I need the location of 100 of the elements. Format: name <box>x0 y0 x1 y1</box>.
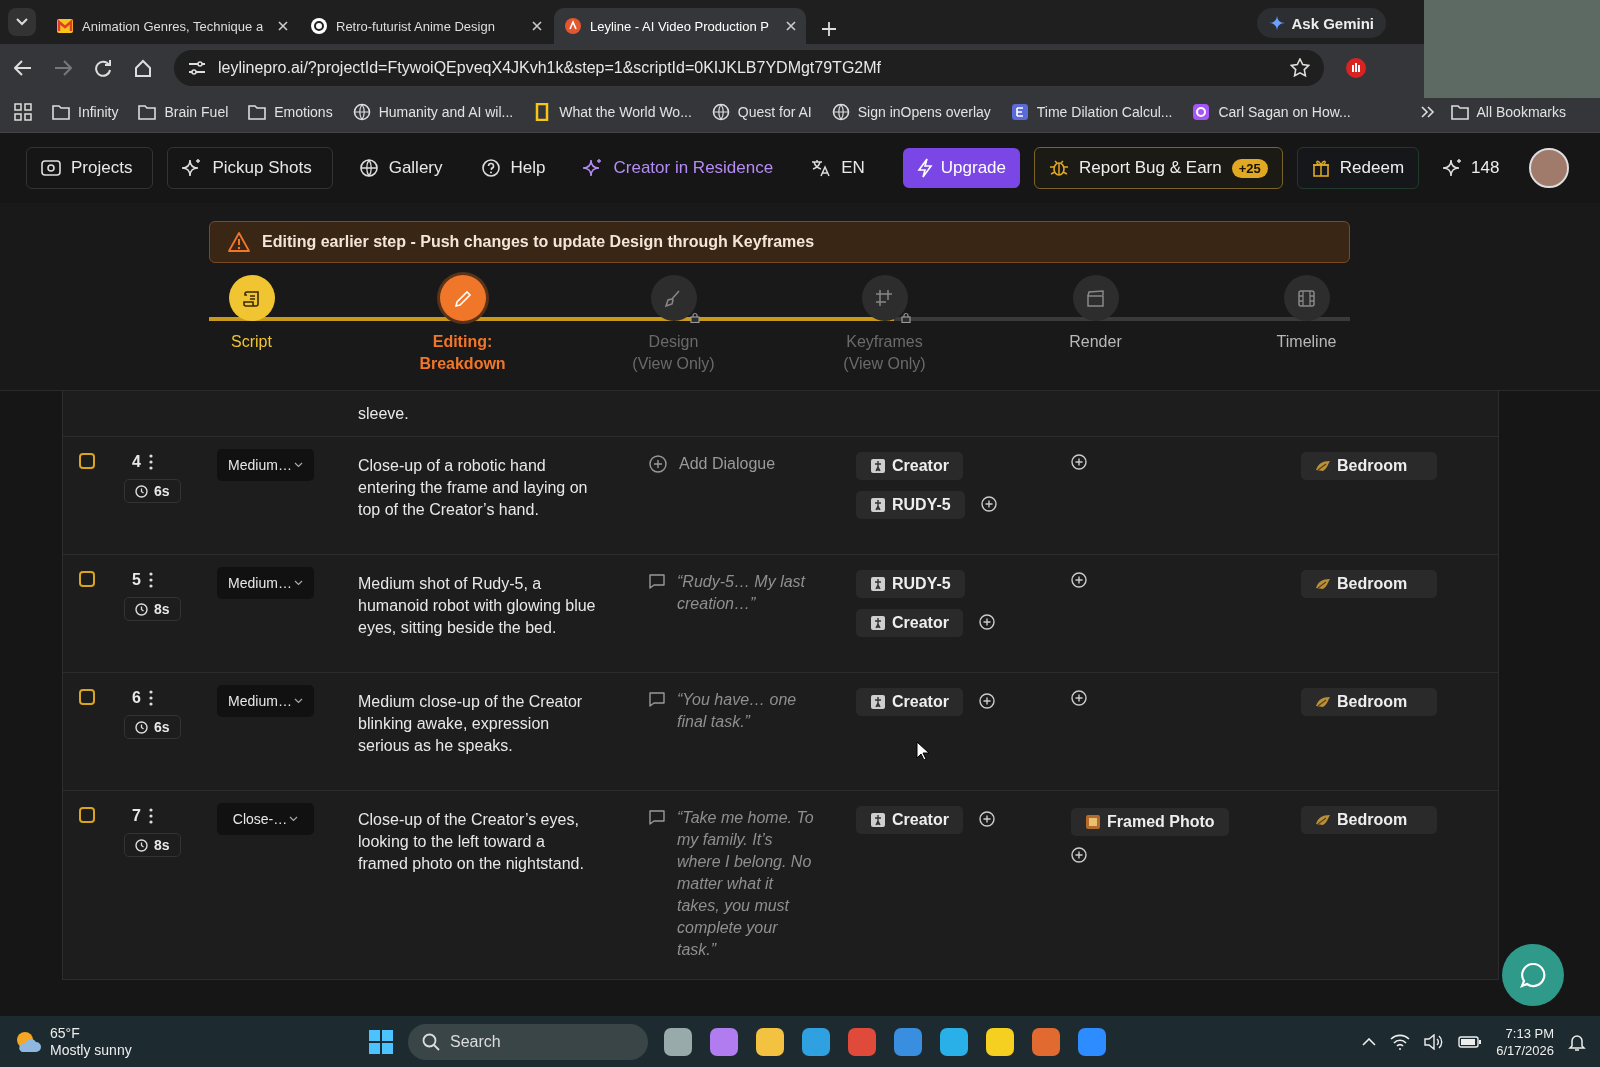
add-circle-icon[interactable] <box>649 455 667 473</box>
ask-gemini-button[interactable]: Ask Gemini <box>1257 8 1386 38</box>
checkbox[interactable] <box>79 453 95 469</box>
close-icon[interactable] <box>532 21 542 31</box>
shot-type-dropdown[interactable]: Medium… <box>217 685 314 717</box>
nav-link[interactable]: Creator in Residence <box>571 148 786 188</box>
shot-type-dropdown[interactable]: Medium… <box>217 449 314 481</box>
location-chip[interactable]: Bedroom <box>1301 688 1437 716</box>
step-circle[interactable] <box>650 275 697 321</box>
clapperboard-icon <box>1086 288 1105 308</box>
report-bug-button[interactable]: Report Bug & Earn +25 <box>1034 147 1283 189</box>
add-circle-icon[interactable] <box>980 496 999 514</box>
character-chip[interactable]: Creator <box>856 609 963 637</box>
speaker-icon[interactable] <box>1424 1034 1445 1050</box>
notification-bell-icon[interactable] <box>1568 1033 1586 1051</box>
step-label[interactable]: Render <box>1069 331 1122 353</box>
tab-title: Retro-futurist Anime Design <box>336 18 496 34</box>
redeem-button[interactable]: Redeem <box>1296 147 1420 189</box>
globe-icon <box>352 103 371 121</box>
close-icon[interactable] <box>786 21 796 31</box>
upgrade-button[interactable]: Upgrade <box>902 148 1021 188</box>
step-circle[interactable] <box>228 275 275 321</box>
add-circle-icon[interactable] <box>1071 847 1087 863</box>
step-circle[interactable] <box>861 275 908 321</box>
step-circle[interactable] <box>439 275 486 321</box>
bookmark-item[interactable]: All Bookmarks <box>1450 103 1566 121</box>
nav-link[interactable]: Gallery <box>346 148 455 188</box>
shot-description: Close-up of a robotic hand entering the frame and laying on top of the Creator’s hand. <box>358 456 589 520</box>
location-thumbnail-icon <box>1315 694 1331 710</box>
more-vertical-icon[interactable] <box>148 690 153 706</box>
windows-start-icon[interactable] <box>368 1029 394 1055</box>
location-chip[interactable]: Bedroom <box>1301 806 1437 834</box>
step-label[interactable]: Editing: Breakdown <box>419 331 506 375</box>
nav-link[interactable]: Projects <box>26 147 154 189</box>
bookmark-item[interactable]: Emotions <box>248 103 333 121</box>
browser-tab[interactable]: Retro-futurist Anime Design <box>300 8 552 44</box>
add-circle-icon[interactable] <box>978 614 997 632</box>
avatar[interactable] <box>1529 148 1570 188</box>
step-label[interactable]: Script <box>231 331 272 353</box>
close-icon[interactable] <box>278 21 288 31</box>
forward-arrow-icon[interactable] <box>54 60 72 76</box>
bookmark-item[interactable]: Quest for AI <box>711 103 812 121</box>
apps-grid-icon[interactable] <box>14 103 32 121</box>
brush-icon <box>664 288 683 308</box>
character-chip[interactable]: Creator <box>856 806 963 834</box>
shot-description: Medium shot of Rudy-5, a humanoid robot with glowing blue eyes, sitting beside the bed. <box>358 574 597 638</box>
tab-list-button[interactable] <box>8 8 36 36</box>
nav-link[interactable]: Pickup Shots <box>167 147 333 189</box>
taskbar-search[interactable]: Search <box>408 1024 648 1060</box>
add-circle-icon[interactable] <box>978 811 997 829</box>
more-vertical-icon[interactable] <box>148 808 153 824</box>
star-icon[interactable] <box>1290 58 1310 78</box>
more-vertical-icon[interactable] <box>148 572 153 588</box>
browser-tab[interactable]: Leyline - AI Video Production P <box>554 8 806 44</box>
character-chip[interactable]: RUDY-5 <box>856 491 965 519</box>
globe-icon <box>711 103 730 121</box>
shot-type-dropdown[interactable]: Medium… <box>217 567 314 599</box>
address-bar[interactable]: leylinepro.ai/?projectId=FtywoiQEpveqX4JKvh1k&step=1&scriptId=0KIJKLB7YDMgt79TG2Mf <box>174 50 1324 86</box>
add-circle-icon[interactable] <box>978 693 997 711</box>
add-circle-icon[interactable] <box>1071 454 1087 470</box>
bookmark-item[interactable]: Humanity and AI wil... <box>352 103 514 121</box>
nav-link[interactable]: Help <box>468 148 558 188</box>
new-tab-icon[interactable] <box>822 22 836 36</box>
prop-chip[interactable]: Framed Photo <box>1071 808 1229 836</box>
step-label[interactable]: Timeline <box>1276 331 1337 353</box>
shot-type-dropdown[interactable]: Close-… <box>217 803 314 835</box>
character-chip[interactable]: Creator <box>856 688 963 716</box>
bookmark-item[interactable]: Brain Fuel <box>138 103 229 121</box>
home-icon[interactable] <box>134 59 152 77</box>
bookmark-item[interactable]: Carl Sagan on How... <box>1192 103 1351 121</box>
location-chip[interactable]: Bedroom <box>1301 570 1437 598</box>
duration-tag: 8s <box>124 597 181 621</box>
battery-icon[interactable] <box>1458 1035 1483 1049</box>
bookmark-item[interactable]: Sign inOpens overlay <box>831 103 991 121</box>
bookmark-item[interactable]: Infinity <box>52 103 119 121</box>
reload-icon[interactable] <box>94 59 112 77</box>
site-settings-icon[interactable] <box>188 60 206 76</box>
browser-tab[interactable]: Animation Genres, Technique a <box>46 8 298 44</box>
taskbar-clock[interactable]: 7:13 PM 6/17/2026 <box>1496 1025 1554 1059</box>
checkbox[interactable] <box>79 807 95 823</box>
credits-counter: 148 <box>1433 158 1510 178</box>
bookmark-item[interactable]: What the World Wo... <box>533 103 692 121</box>
character-chip[interactable]: Creator <box>856 452 963 480</box>
add-circle-icon[interactable] <box>1071 690 1087 706</box>
add-dialogue-button[interactable]: Add Dialogue <box>679 455 776 473</box>
wifi-icon[interactable] <box>1390 1034 1411 1050</box>
add-circle-icon[interactable] <box>1071 572 1087 588</box>
location-chip[interactable]: Bedroom <box>1301 452 1437 480</box>
back-arrow-icon[interactable] <box>14 60 32 76</box>
chevron-down-icon <box>293 580 303 586</box>
more-vertical-icon[interactable] <box>148 454 153 470</box>
checkbox[interactable] <box>79 689 95 705</box>
double-chevron-icon[interactable] <box>1420 106 1435 118</box>
url-text: leylinepro.ai/?projectId=FtywoiQEpveqX4JKvh1k&step=1&scriptId=0KIJKLB7YDMgt79TG2Mf <box>218 59 882 77</box>
chevron-up-icon[interactable] <box>1362 1038 1377 1046</box>
character-chip[interactable]: RUDY-5 <box>856 570 965 598</box>
bookmark-item[interactable]: Time Dilation Calcul... <box>1010 103 1173 121</box>
nav-link[interactable]: EN <box>799 148 877 188</box>
checkbox[interactable] <box>79 571 95 587</box>
mail-favicon-icon <box>56 17 74 35</box>
